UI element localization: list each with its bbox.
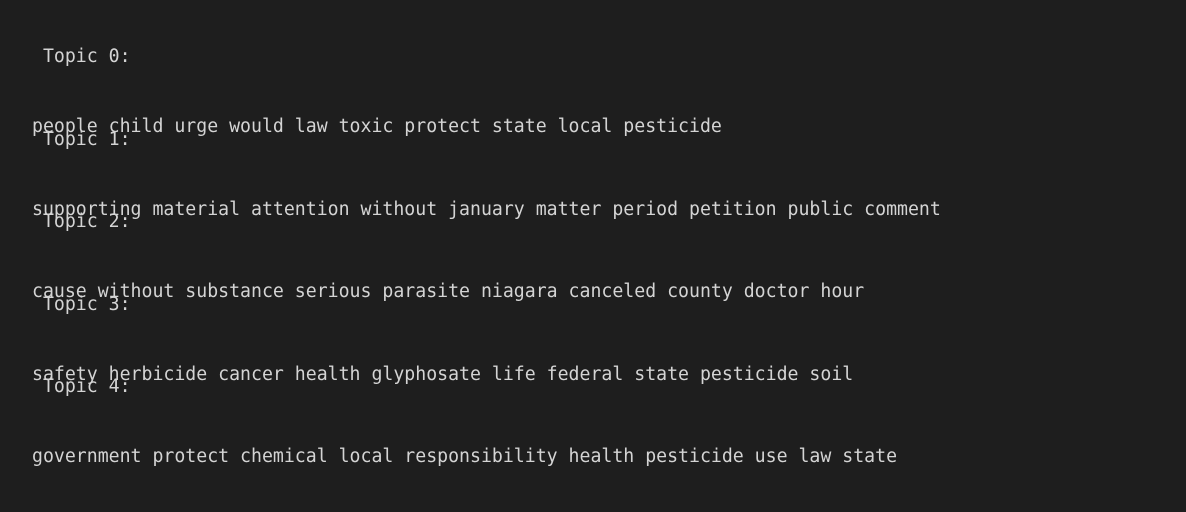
topic-heading: Topic 2: xyxy=(32,211,131,232)
topic-heading: Topic 4: xyxy=(32,376,131,397)
topic-heading: Topic 3: xyxy=(32,294,131,315)
topic-heading: Topic 0: xyxy=(32,46,131,67)
topic-heading: Topic 1: xyxy=(32,129,131,150)
topic-words: government protect chemical local respon… xyxy=(32,446,898,467)
topic-block: Topic 4: government protect chemical loc… xyxy=(32,331,897,512)
cell-output: Topic 0: people child urge would law tox… xyxy=(32,0,1186,467)
